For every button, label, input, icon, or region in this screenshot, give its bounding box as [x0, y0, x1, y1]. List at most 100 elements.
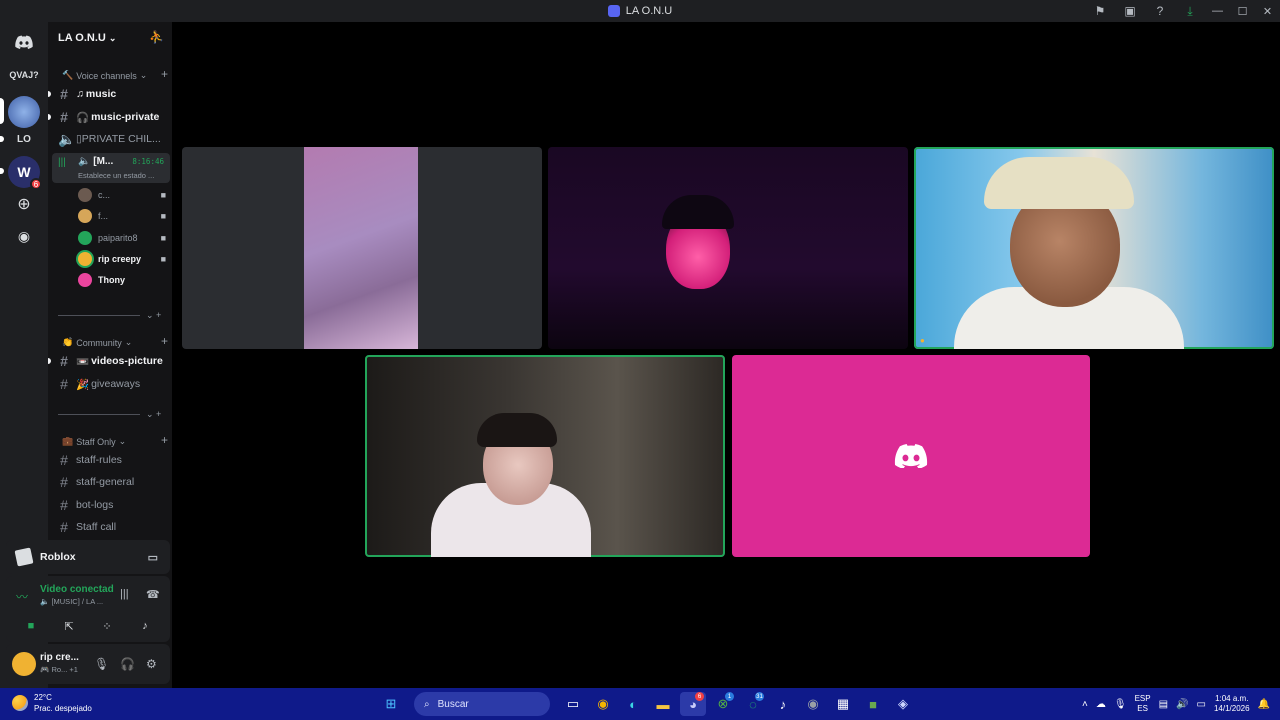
gear-icon[interactable]: ⚙	[146, 657, 157, 671]
camera-button[interactable]: ■	[16, 616, 46, 636]
video-feed	[984, 157, 1134, 209]
folder-label[interactable]: QVAJ?	[8, 70, 40, 80]
hash-icon: #	[60, 452, 68, 468]
screen-share-button[interactable]: ⇱	[54, 616, 84, 636]
voice-user[interactable]: f... ■	[78, 206, 170, 226]
add-channel-icon[interactable]: +	[161, 67, 168, 81]
roblox-taskbar-icon[interactable]: ◈	[890, 692, 916, 716]
soundboard-button[interactable]: ♪	[130, 616, 160, 636]
avatar[interactable]	[12, 652, 36, 676]
divider	[58, 315, 140, 316]
flag-icon[interactable]: ⚑	[1085, 0, 1115, 22]
discord-icon	[894, 444, 928, 468]
taskbar-search[interactable]: ⌕ Buscar	[414, 692, 550, 716]
voice-status-title[interactable]: Video conectado	[40, 584, 114, 595]
chrome-icon[interactable]: ◉	[590, 692, 616, 716]
close-button[interactable]: ✕	[1255, 0, 1280, 22]
category-voice[interactable]: 🔨 Voice channels ⌄ +	[62, 67, 168, 81]
server-header[interactable]: LA O.N.U ⌄ ⛹	[48, 22, 172, 54]
video-tile[interactable]	[548, 147, 908, 349]
add-channel-icon[interactable]: +	[161, 334, 168, 348]
voice-user[interactable]: rip creepy ■	[78, 249, 170, 269]
chevron-up-icon[interactable]: ˄	[1082, 699, 1088, 710]
help-icon[interactable]: ?	[1145, 0, 1175, 22]
add-channel-icon[interactable]: +	[161, 433, 168, 447]
divider-controls[interactable]: ⌄ +	[146, 409, 161, 420]
monitor-icon[interactable]: ▭	[148, 551, 158, 564]
tiktok-icon[interactable]: ♪	[770, 692, 796, 716]
unread-pill	[0, 168, 4, 174]
chrome-profile-icon[interactable]: ◉	[800, 692, 826, 716]
speaker-icon: 🔈	[40, 597, 52, 606]
channel-videos-picture[interactable]: # 📼 videos-picture	[58, 351, 168, 371]
volume-icon[interactable]: 🔊	[1176, 699, 1188, 710]
window-title: LA O.N.U	[607, 5, 672, 17]
avatar	[78, 273, 92, 287]
video-tile[interactable]	[365, 355, 725, 557]
network-icon[interactable]: ▤	[1159, 699, 1168, 710]
clock[interactable]: 1:04 a.m. 14/1/2026	[1214, 694, 1250, 714]
add-server-icon[interactable]: ⊕	[8, 188, 40, 220]
edge-icon[interactable]: ◐	[620, 692, 646, 716]
screen-share-icon[interactable]: ▣	[1115, 0, 1145, 22]
status-text[interactable]: Establece un estado ...	[78, 171, 154, 180]
notification-bell-icon[interactable]: 🔔	[1258, 699, 1270, 710]
divider-controls[interactable]: ⌄ +	[146, 310, 161, 321]
minimize-button[interactable]: —	[1205, 0, 1230, 22]
file-explorer-icon[interactable]: ▬	[650, 692, 676, 716]
hash-icon: #	[60, 519, 68, 535]
microphone-icon[interactable]: 🎙	[94, 657, 109, 671]
battery-icon[interactable]: ▭	[1197, 699, 1206, 710]
video-feed	[477, 413, 557, 447]
video-tile[interactable]	[182, 147, 542, 349]
avatar	[78, 231, 92, 245]
noise-suppression-icon[interactable]: |||	[120, 588, 129, 600]
voice-user[interactable]: Thony	[78, 270, 170, 290]
activity-panel[interactable]: Roblox ▭	[6, 540, 170, 574]
maximize-button[interactable]: ☐	[1230, 0, 1255, 22]
voice-user[interactable]: paiparito8 ■	[78, 228, 170, 248]
channel-staff-call[interactable]: # Staff call	[58, 517, 168, 537]
channel-private-chill[interactable]: 🔈 ▯PRIVATE CHIL...	[58, 129, 168, 149]
voice-user[interactable]: c... ■	[78, 185, 170, 205]
whatsapp-icon[interactable]: ◌ 31	[740, 692, 766, 716]
discord-taskbar-icon[interactable]: ◕ 6	[680, 692, 706, 716]
category-staff[interactable]: 💼 Staff Only ⌄ +	[62, 433, 168, 447]
server-icon	[607, 5, 620, 17]
microphone-icon[interactable]: 🎙	[1114, 699, 1127, 710]
add-user-icon[interactable]: ⛹	[149, 30, 164, 44]
compass-icon[interactable]: ◉	[8, 220, 40, 252]
category-community[interactable]: 👏 Community ⌄ +	[62, 334, 168, 348]
disconnect-icon[interactable]: ☎	[146, 588, 160, 601]
channel-staff-rules[interactable]: # staff-rules	[58, 450, 168, 470]
mention-badge: 6	[30, 178, 42, 190]
camera-icon: ■	[160, 190, 166, 200]
search-icon: ⌕	[424, 698, 430, 710]
server-lo[interactable]: LO	[8, 123, 40, 155]
activities-button[interactable]: ⁘	[92, 616, 122, 636]
minecraft-icon[interactable]: ■	[860, 692, 886, 716]
speaker-icon: 🔈	[58, 130, 76, 147]
video-tile[interactable]: ●	[914, 147, 1274, 349]
weather-widget[interactable]: 22°C Prac. despejado	[12, 692, 92, 714]
language-indicator[interactable]: ESP ES	[1135, 694, 1151, 714]
xbox-icon[interactable]: ⊗ 1	[710, 692, 736, 716]
video-tile-avatar[interactable]	[732, 355, 1090, 557]
active-voice-channel[interactable]: ||| 🔈 [M... 8:16:46 Establece un estado …	[52, 153, 170, 183]
signal-icon[interactable]: 〰	[16, 588, 28, 605]
onedrive-icon[interactable]: ☁	[1096, 699, 1106, 710]
headphones-icon[interactable]: 🎧	[120, 657, 135, 671]
channel-bot-logs[interactable]: # bot-logs	[58, 495, 168, 515]
channel-staff-general[interactable]: # staff-general	[58, 472, 168, 492]
download-icon[interactable]: ⤓	[1175, 0, 1205, 22]
channel-giveaways[interactable]: # 🎉 giveaways	[58, 374, 168, 394]
windows-start-icon[interactable]: ⊞	[378, 692, 404, 716]
channel-music-private[interactable]: # 🎧 music-private	[58, 107, 168, 127]
server-w[interactable]: W 6	[8, 156, 42, 190]
task-view-icon[interactable]: ▭	[560, 692, 586, 716]
channel-music[interactable]: # ♫ music	[58, 84, 168, 104]
camera-icon: ■	[160, 211, 166, 221]
username[interactable]: rip cre...	[40, 652, 82, 663]
discord-icon[interactable]	[8, 26, 40, 58]
calculator-icon[interactable]: ▦	[830, 692, 856, 716]
